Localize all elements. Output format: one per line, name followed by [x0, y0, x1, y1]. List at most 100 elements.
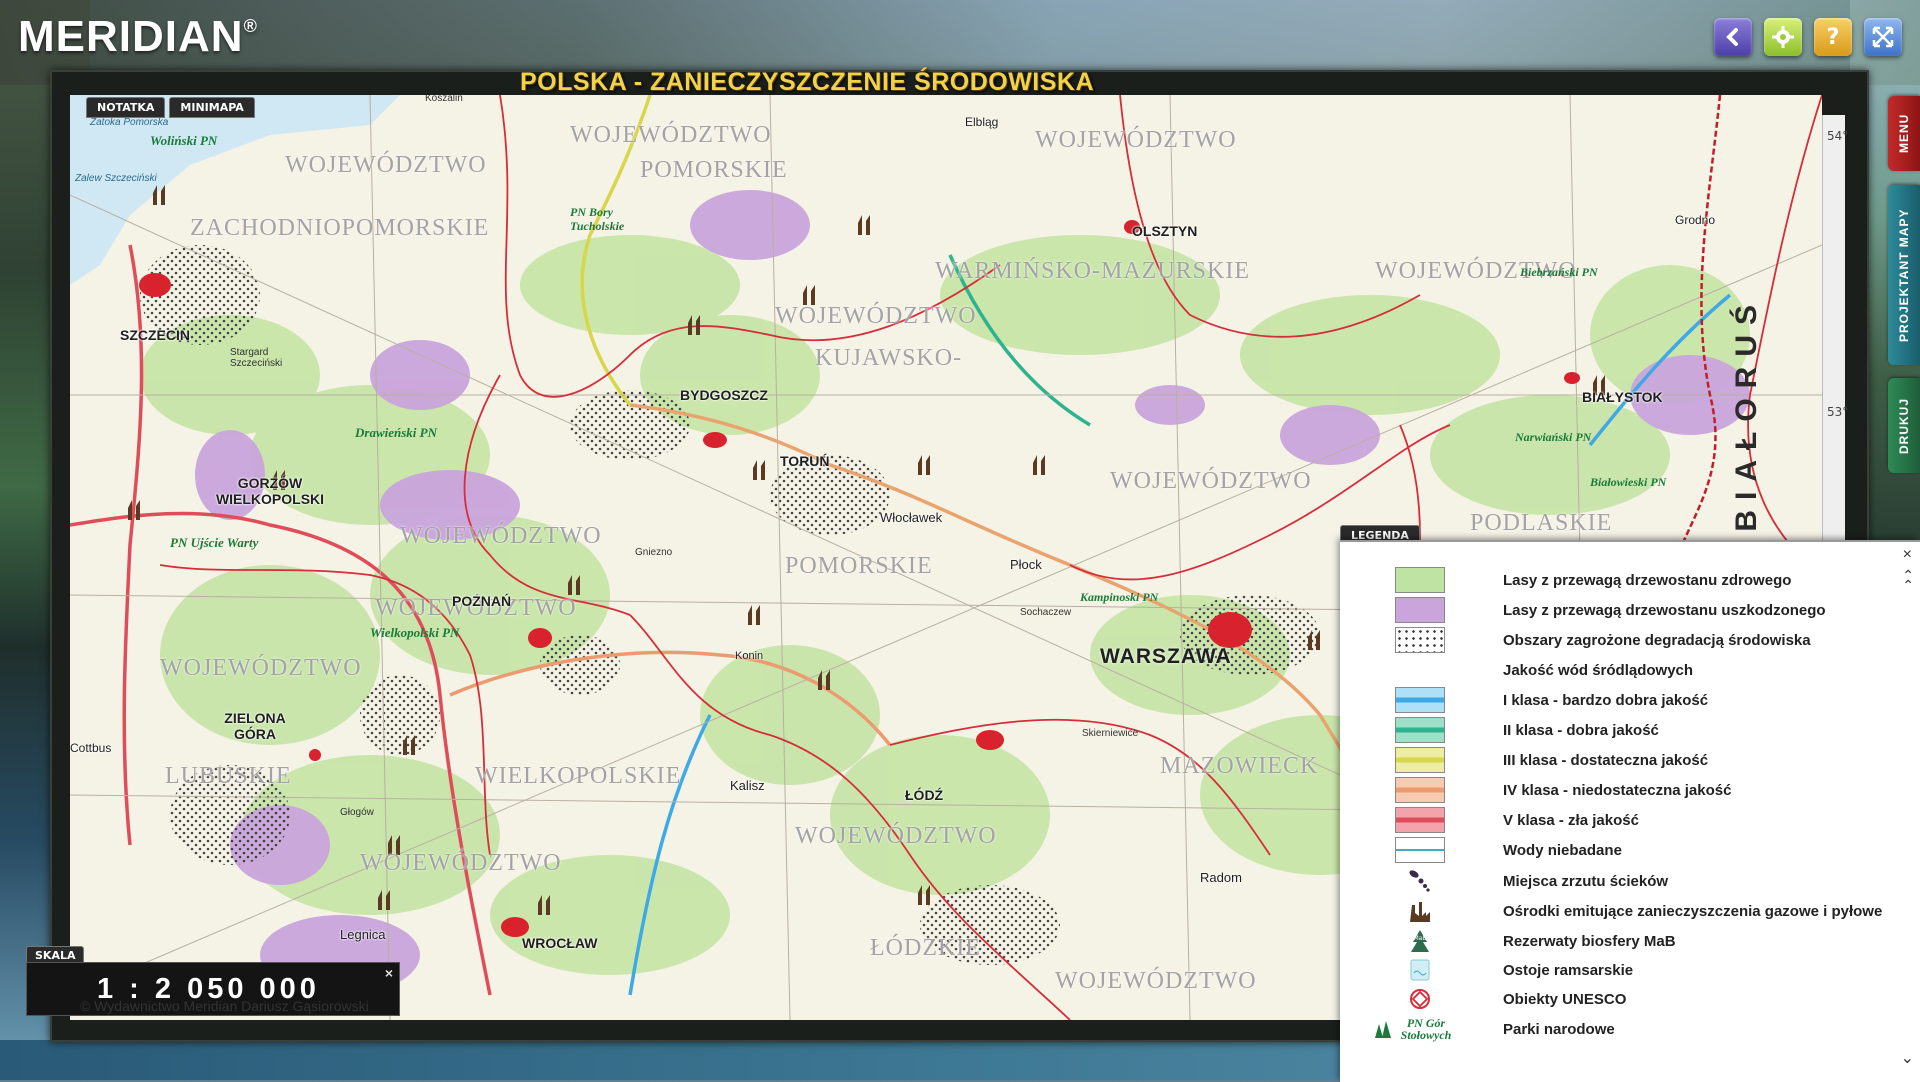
legend-item: PN Gór Stołowych Parki narodowe	[1340, 1015, 1900, 1043]
svg-text:MaB: MaB	[1414, 935, 1427, 942]
side-tab-map-designer[interactable]: PROJEKTANT MAPY	[1888, 185, 1920, 365]
region-label: WOJEWÓDZTWO	[795, 823, 997, 849]
gear-icon	[1772, 26, 1794, 48]
fullscreen-icon	[1872, 26, 1894, 48]
region-label: WOJEWÓDZTWO	[1055, 968, 1257, 994]
legend-label: Obszary zagrożone degradacją środowiska	[1503, 631, 1811, 649]
legend-label: Rezerwaty biosfery MaB	[1503, 932, 1676, 950]
sewage-discharge-icon	[1400, 868, 1440, 894]
back-arrow-icon	[1726, 28, 1738, 46]
region-label: WOJEWÓDZTWO	[160, 655, 362, 681]
park-label: Biebrzański PN	[1520, 265, 1598, 279]
legend-swatch	[1395, 687, 1445, 713]
legend-item: V klasa - zła jakość	[1340, 806, 1900, 834]
city-label[interactable]: POZNAŃ	[452, 593, 511, 609]
city-label[interactable]: WROCŁAW	[522, 935, 597, 951]
city-label[interactable]: Legnica	[340, 927, 386, 942]
city-label[interactable]: Konin	[735, 650, 763, 662]
city-label[interactable]: Radom	[1200, 870, 1242, 885]
country-label: BIAŁORUŚ	[1730, 295, 1763, 532]
park-label: PN Bory Tucholskie	[570, 205, 625, 233]
region-label: MAZOWIECK	[1160, 753, 1319, 779]
region-label: ŁÓDZKIE	[870, 935, 981, 961]
capital-label[interactable]: WARSZAWA	[1100, 645, 1232, 669]
place-label: Stargard Szczeciński	[230, 347, 283, 369]
help-button[interactable]: ?	[1814, 18, 1852, 56]
park-label: Drawieński PN	[355, 425, 437, 440]
legend-swatch	[1395, 567, 1445, 593]
page-title: POLSKA - ZANIECZYSZCZENIE ŚRODOWISKA	[520, 68, 1095, 96]
legend-label: I klasa - bardzo dobra jakość	[1503, 691, 1709, 709]
settings-button[interactable]	[1764, 18, 1802, 56]
city-label[interactable]: SZCZECIN	[120, 327, 190, 343]
legend-swatch	[1395, 717, 1445, 743]
region-label: WIELKOPOLSKIE	[475, 763, 682, 789]
side-tab-menu[interactable]: MENU	[1888, 96, 1920, 171]
legend-label: Wody niebadane	[1503, 841, 1622, 859]
region-label: POMORSKIE	[785, 553, 933, 579]
legend-label: IV klasa - niedostateczna jakość	[1503, 781, 1732, 799]
region-label: KUJAWSKO-	[815, 345, 963, 371]
tab-minimapa[interactable]: MINIMAPA	[169, 97, 255, 118]
legend-swatch	[1395, 807, 1445, 833]
side-tab-print[interactable]: DRUKUJ	[1888, 378, 1920, 473]
legend-item: Ośrodki emitujące zanieczyszczenia gazow…	[1340, 897, 1900, 925]
legend-label: Lasy z przewagą drzewostanu zdrowego	[1503, 571, 1792, 589]
copyright-text: © Wydawnictwo Meridian Dariusz Gąsiorows…	[80, 998, 369, 1014]
latitude-tick: 53°	[1827, 405, 1849, 419]
city-label[interactable]: OLSZTYN	[1132, 223, 1197, 239]
region-label: WOJEWÓDZTWO	[1035, 127, 1237, 153]
city-label[interactable]: TORUŃ	[780, 453, 830, 469]
scale-close-icon[interactable]: ×	[385, 965, 393, 981]
legend-label: Miejsca zrzutu ścieków	[1503, 872, 1669, 890]
legend-close-icon[interactable]: ×	[1903, 546, 1912, 564]
legend-label: V klasa - zła jakość	[1503, 811, 1639, 829]
legend-label: Obiekty UNESCO	[1503, 990, 1627, 1008]
legend-label: Lasy z przewagą drzewostanu uszkodzonego	[1503, 601, 1826, 619]
city-label[interactable]: Elbląg	[965, 115, 998, 129]
legend-item: Obiekty UNESCO	[1340, 985, 1900, 1013]
city-label[interactable]: Kalisz	[730, 778, 765, 793]
place-label: Gniezno	[635, 547, 673, 558]
national-park-icon: PN Gór Stołowych	[1368, 1016, 1458, 1042]
city-label[interactable]: ŁÓDŹ	[905, 787, 943, 803]
city-label[interactable]: ZIELONA GÓRA	[210, 710, 300, 742]
place-label: Koszalin	[425, 95, 463, 104]
legend-swatch	[1395, 747, 1445, 773]
city-label[interactable]: Włocławek	[880, 510, 942, 525]
legend-item: I klasa - bardzo dobra jakość	[1340, 686, 1900, 714]
fullscreen-button[interactable]	[1864, 18, 1902, 56]
place-label: Zalew Szczeciński	[75, 173, 157, 184]
unesco-icon	[1400, 986, 1440, 1012]
help-icon: ?	[1826, 24, 1840, 50]
city-label[interactable]: Grodno	[1675, 213, 1715, 227]
city-label[interactable]: Płock	[1010, 557, 1042, 572]
place-label: Skierniewice	[1082, 728, 1139, 739]
legend-swatch	[1395, 837, 1445, 863]
legend-item: Ostoje ramsarskie	[1340, 956, 1900, 984]
legend-item: Lasy z przewagą drzewostanu zdrowego	[1340, 566, 1900, 594]
national-park-sample: PN Gór Stołowych	[1400, 1016, 1452, 1042]
region-label: WOJEWÓDZTWO	[400, 523, 602, 549]
legend-label: Parki narodowe	[1503, 1020, 1615, 1038]
legend-swatch	[1395, 597, 1445, 623]
legend-item: III klasa - dostateczna jakość	[1340, 746, 1900, 774]
chevron-down-icon[interactable]: ⌄	[1901, 1048, 1914, 1068]
city-label[interactable]: GORZÓW WIELKOPOLSKI	[210, 475, 330, 507]
legend-label: Ośrodki emitujące zanieczyszczenia gazow…	[1503, 902, 1883, 920]
top-toolbar: ?	[1714, 18, 1902, 56]
place-label: Zatoka Pomorska	[90, 117, 169, 128]
mab-reserve-icon: MaB	[1400, 928, 1440, 954]
city-label[interactable]: BIAŁYSTOK	[1582, 389, 1663, 405]
tab-notatka[interactable]: NOTATKA	[86, 97, 166, 118]
park-label: Białowieski PN	[1590, 475, 1667, 489]
city-label[interactable]: BYDGOSZCZ	[680, 387, 768, 403]
map-tools-tabs: NOTATKA MINIMAPA	[86, 97, 255, 118]
back-button[interactable]	[1714, 18, 1752, 56]
legend-panel: × ⌃ ⌃ Lasy z przewagą drzewostanu zdroweg…	[1340, 540, 1920, 1082]
scroll-up-icon[interactable]: ⌃ ⌃	[1902, 568, 1914, 592]
city-label[interactable]: Cottbus	[70, 741, 111, 755]
legend-label: III klasa - dostateczna jakość	[1503, 751, 1709, 769]
legend-item: Jakość wód śródlądowych	[1340, 656, 1900, 684]
legend-item: Miejsca zrzutu ścieków	[1340, 867, 1900, 895]
